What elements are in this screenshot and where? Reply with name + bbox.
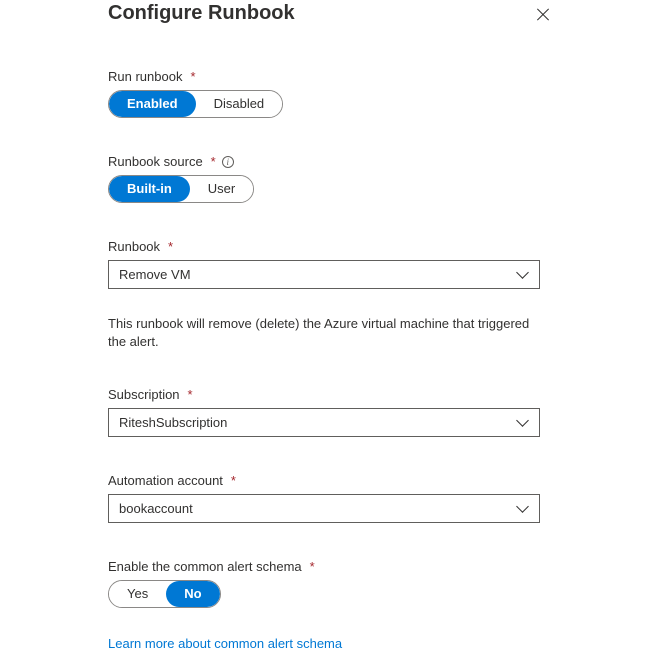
required-indicator: * bbox=[190, 69, 195, 84]
required-indicator: * bbox=[310, 559, 315, 574]
runbook-description: This runbook will remove (delete) the Az… bbox=[108, 315, 540, 351]
dropdown-subscription[interactable]: RiteshSubscription bbox=[108, 408, 540, 437]
label-automation-account: Automation account * bbox=[108, 473, 630, 488]
info-icon[interactable]: i bbox=[222, 156, 234, 168]
field-common-alert-schema: Enable the common alert schema * Yes No bbox=[108, 559, 630, 608]
required-indicator: * bbox=[211, 154, 216, 169]
toggle-yes[interactable]: Yes bbox=[109, 581, 166, 607]
dropdown-automation-account[interactable]: bookaccount bbox=[108, 494, 540, 523]
toggle-builtin[interactable]: Built-in bbox=[109, 176, 190, 202]
toggle-run-runbook[interactable]: Enabled Disabled bbox=[108, 90, 283, 118]
label-subscription: Subscription * bbox=[108, 387, 630, 402]
dropdown-runbook[interactable]: Remove VM bbox=[108, 260, 540, 289]
field-runbook-source: Runbook source * i Built-in User bbox=[108, 154, 630, 203]
dropdown-value: Remove VM bbox=[119, 267, 191, 282]
field-run-runbook: Run runbook * Enabled Disabled bbox=[108, 69, 630, 118]
label-runbook: Runbook * bbox=[108, 239, 630, 254]
configure-runbook-panel: Configure Runbook Run runbook * Enabled … bbox=[0, 0, 654, 671]
toggle-enabled[interactable]: Enabled bbox=[109, 91, 196, 117]
dropdown-value: bookaccount bbox=[119, 501, 193, 516]
dropdown-value: RiteshSubscription bbox=[119, 415, 227, 430]
required-indicator: * bbox=[231, 473, 236, 488]
toggle-runbook-source[interactable]: Built-in User bbox=[108, 175, 254, 203]
required-indicator: * bbox=[168, 239, 173, 254]
panel-title: Configure Runbook bbox=[108, 2, 295, 25]
label-run-runbook: Run runbook * bbox=[108, 69, 630, 84]
toggle-user[interactable]: User bbox=[190, 176, 253, 202]
chevron-down-icon bbox=[517, 269, 529, 281]
chevron-down-icon bbox=[517, 417, 529, 429]
chevron-down-icon bbox=[517, 503, 529, 515]
toggle-no[interactable]: No bbox=[166, 581, 219, 607]
toggle-common-alert[interactable]: Yes No bbox=[108, 580, 221, 608]
panel-header: Configure Runbook bbox=[108, 0, 630, 33]
close-icon[interactable] bbox=[536, 7, 550, 21]
field-subscription: Subscription * RiteshSubscription bbox=[108, 387, 630, 437]
required-indicator: * bbox=[188, 387, 193, 402]
label-runbook-source: Runbook source * i bbox=[108, 154, 630, 169]
field-runbook: Runbook * Remove VM bbox=[108, 239, 630, 289]
field-automation-account: Automation account * bookaccount bbox=[108, 473, 630, 523]
toggle-disabled[interactable]: Disabled bbox=[196, 91, 283, 117]
label-common-alert-schema: Enable the common alert schema * bbox=[108, 559, 630, 574]
